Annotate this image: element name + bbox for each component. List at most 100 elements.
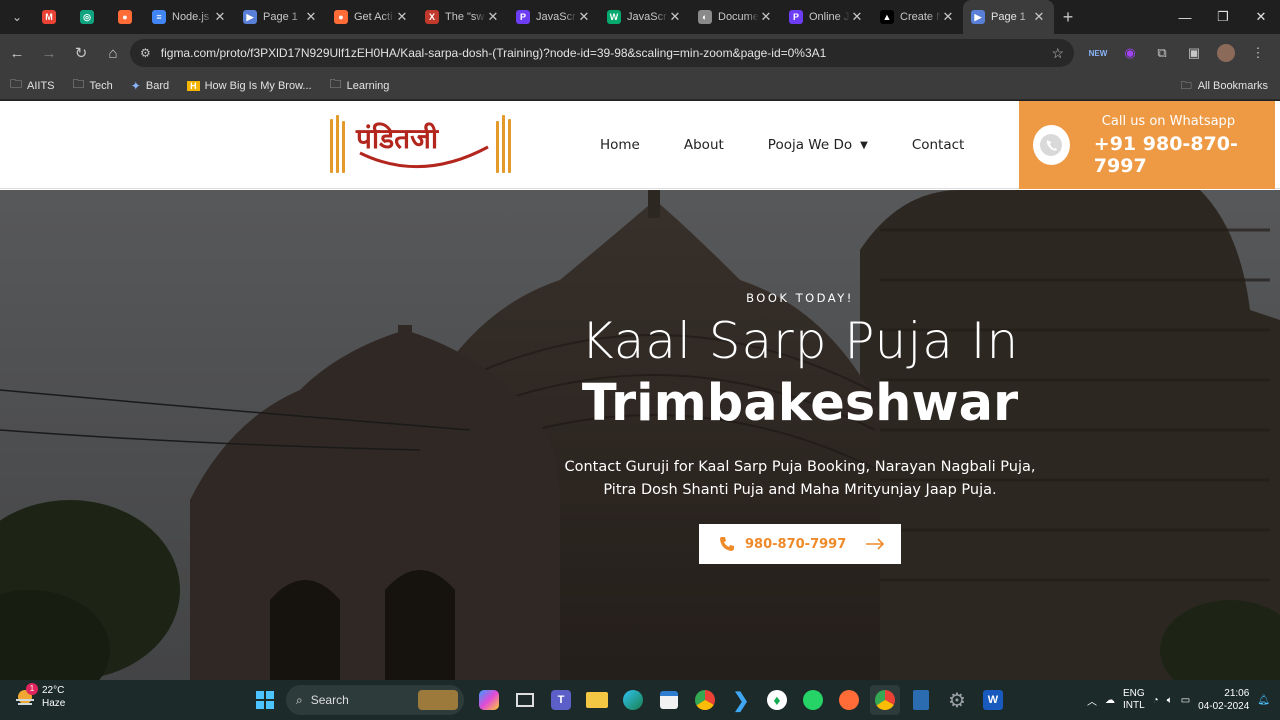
close-tab-icon[interactable]: ✕ (486, 9, 500, 25)
weather-haze-icon: 1 (14, 683, 38, 708)
close-tab-icon[interactable]: ✕ (304, 9, 318, 25)
back-icon[interactable]: ← (2, 38, 32, 68)
call-button[interactable]: 980-870-7997 (699, 524, 901, 564)
logo-text: पंडितजी (356, 122, 439, 155)
address-bar[interactable]: ⚙ figma.com/proto/f3PXlD17N929Ulf1zEH0HA… (130, 39, 1074, 67)
windows-start-icon[interactable] (250, 685, 280, 715)
nav-about[interactable]: About (684, 137, 724, 153)
language-indicator[interactable]: ENG INTL (1123, 688, 1145, 712)
taskbar-search[interactable]: ⌕ Search (286, 685, 464, 715)
reload-icon[interactable]: ↻ (66, 38, 96, 68)
phone-icon (720, 537, 734, 551)
google-docs-icon: ≡ (152, 10, 166, 24)
forward-icon[interactable]: → (34, 38, 64, 68)
copilot-icon[interactable] (474, 685, 504, 715)
tab[interactable]: W JavaScri ✕ (599, 0, 690, 34)
close-tab-icon[interactable]: ✕ (850, 9, 864, 25)
ms-store-icon[interactable] (654, 685, 684, 715)
nav-home[interactable]: Home (600, 137, 640, 153)
tab[interactable]: M (30, 0, 68, 34)
figma-play-icon: ▶ (243, 10, 257, 24)
minimize-icon[interactable]: — (1166, 0, 1204, 34)
close-tab-icon[interactable]: ✕ (1032, 9, 1046, 25)
tab[interactable]: ● (106, 0, 144, 34)
new-tab-button[interactable]: + (1054, 7, 1082, 28)
nav-contact[interactable]: Contact (912, 137, 965, 153)
clock[interactable]: 21:06 04-02-2024 (1198, 687, 1249, 713)
folder-icon: 🗀 (1180, 79, 1192, 92)
teams-icon[interactable]: T (546, 685, 576, 715)
tab-title: The "sw (445, 11, 485, 23)
home-icon[interactable]: ⌂ (98, 38, 128, 68)
tab-active[interactable]: ▶ Page 1 ✕ (963, 0, 1054, 34)
folder-icon: 🗀 (10, 77, 23, 91)
notification-bell-icon[interactable]: 🔔︎ (1257, 695, 1270, 706)
sidebar-icon[interactable]: ▣ (1180, 39, 1208, 67)
word-icon[interactable]: W (978, 685, 1008, 715)
bookmark-item[interactable]: H How Big Is My Brow... (187, 75, 312, 96)
volume-icon[interactable]: 🔈︎ (1167, 695, 1173, 706)
chrome-icon[interactable] (690, 685, 720, 715)
all-bookmarks-button[interactable]: 🗀 All Bookmarks (1181, 72, 1268, 100)
close-window-icon[interactable]: ✕ (1242, 0, 1280, 34)
bookmark-label: How Big Is My Brow... (204, 79, 312, 92)
whatsapp-label: Call us on Whatsapp (1101, 113, 1236, 129)
task-view-icon[interactable] (510, 685, 540, 715)
maximize-icon[interactable]: ❐ (1204, 0, 1242, 34)
bookmark-item[interactable]: ✦ Bard (131, 75, 169, 96)
whatsapp-phone: +91 980-870-7997 (1093, 132, 1238, 177)
close-tab-icon[interactable]: ✕ (941, 9, 955, 25)
bookmark-item[interactable]: 🗀 Tech (73, 75, 113, 96)
tab[interactable]: ◐ Docume ✕ (690, 0, 781, 34)
new-extension-icon[interactable]: NEW (1084, 39, 1112, 67)
profile-avatar-icon[interactable] (1212, 39, 1240, 67)
chatgpt-icon: ◎ (80, 10, 94, 24)
w3schools-icon: W (607, 10, 621, 24)
hero-section: BOOK TODAY! Kaal Sarp Puja In Trimbakesh… (0, 190, 1280, 680)
notepad-icon[interactable] (906, 685, 936, 715)
close-tab-icon[interactable]: ✕ (395, 9, 409, 25)
tab-title: Online J (809, 11, 850, 23)
tab[interactable]: ▶ Page 1 ✕ (235, 0, 326, 34)
puzzle-extensions-icon[interactable]: ⧉ (1148, 39, 1176, 67)
wifi-icon[interactable]: ◔ (1153, 695, 1159, 706)
purple-extension-icon[interactable]: ◉ (1116, 39, 1144, 67)
close-tab-icon[interactable]: ✕ (759, 9, 773, 25)
close-tab-icon[interactable]: ✕ (668, 9, 682, 25)
tab[interactable]: P JavaScri ✕ (508, 0, 599, 34)
battery-icon[interactable]: ▭ (1181, 695, 1190, 706)
bookmark-item[interactable]: 🗀 AIITS (10, 75, 55, 96)
toolbar-extensions: NEW ◉ ⧉ ▣ ⋮ (1084, 34, 1272, 72)
bookmark-label: AIITS (27, 79, 55, 92)
postman-taskbar-icon[interactable] (834, 685, 864, 715)
tab[interactable]: P Online J ✕ (781, 0, 872, 34)
vscode-icon[interactable]: ❯ (726, 685, 756, 715)
whatsapp-call-box[interactable]: Call us on Whatsapp +91 980-870-7997 (1019, 101, 1275, 189)
tab[interactable]: ▲ Create N ✕ (872, 0, 963, 34)
hero-title-line2: Trimbakeshwar (581, 374, 1019, 433)
chrome-active-icon[interactable] (870, 685, 900, 715)
mongodb-icon[interactable]: ♦ (762, 685, 792, 715)
menu-kebab-icon[interactable]: ⋮ (1244, 39, 1272, 67)
nav-about-label: About (683, 137, 724, 153)
onedrive-cloud-icon[interactable]: ☁ (1105, 695, 1115, 706)
chevron-up-icon[interactable]: ︿ (1087, 693, 1097, 708)
weather-widget[interactable]: 1 22°C Haze (14, 683, 65, 710)
bookmark-item[interactable]: 🗀 Learning (330, 75, 390, 96)
close-tab-icon[interactable]: ✕ (577, 9, 591, 25)
file-explorer-icon[interactable] (582, 685, 612, 715)
url-text[interactable]: figma.com/proto/f3PXlD17N929Ulf1zEH0HA/K… (161, 46, 1052, 60)
edge-icon[interactable] (618, 685, 648, 715)
nav-pooja-we-do[interactable]: Pooja We Do ▼ (768, 137, 868, 153)
bookmark-star-icon[interactable]: ☆ (1051, 45, 1064, 62)
tab[interactable]: ≡ Node.js ✕ (144, 0, 235, 34)
close-tab-icon[interactable]: ✕ (213, 9, 227, 25)
settings-gear-icon[interactable]: ⚙ (942, 685, 972, 715)
tab-search-chevron-icon[interactable]: ⌄ (4, 4, 30, 30)
site-info-icon[interactable]: ⚙ (140, 46, 151, 60)
tab[interactable]: X The "sw ✕ (417, 0, 508, 34)
panditji-logo[interactable]: पंडितजी (326, 113, 516, 177)
tab[interactable]: ◎ (68, 0, 106, 34)
tab[interactable]: ● Get Acti ✕ (326, 0, 417, 34)
whatsapp-taskbar-icon[interactable] (798, 685, 828, 715)
